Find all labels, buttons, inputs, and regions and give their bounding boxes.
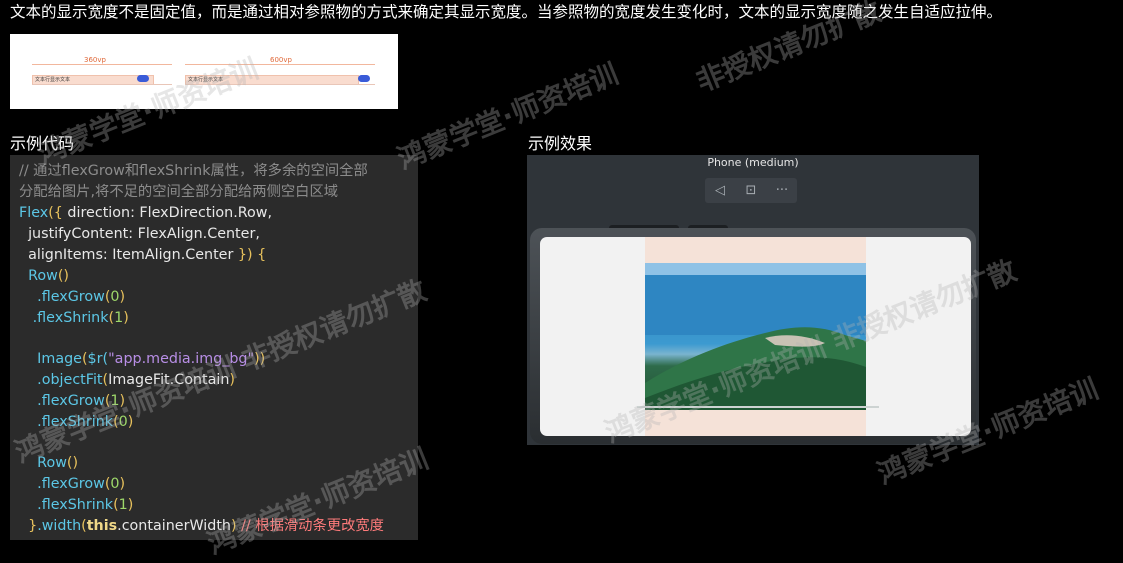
intro-paragraph: 文本的显示宽度不是固定值，而是通过相对参照物的方式来确定其显示宽度。当参照物的宽…: [10, 3, 1003, 21]
code-line-flex: Flex({ direction: FlexDirection.Row,: [19, 203, 272, 224]
code-token: ): [119, 393, 126, 409]
landscape-image: [645, 263, 866, 410]
code-token: ): [127, 497, 134, 513]
illus-small-bar-text: 文本行显示文本: [35, 77, 71, 83]
landscape-image-art: [645, 263, 866, 410]
code-line-flexgrow-3: .flexGrow(0): [19, 474, 125, 495]
code-line-flexshrink-1: .flexShrink(1): [19, 308, 129, 329]
code-line-flexgrow-2: .flexGrow(1): [19, 391, 125, 412]
code-token: ): [119, 289, 126, 305]
code-token: 0: [118, 414, 128, 430]
code-section-title: 示例代码: [10, 134, 75, 153]
code-line-align: alignItems: ItemAlign.Center }) {: [19, 245, 266, 266]
code-token: .flexGrow: [19, 393, 105, 409]
code-token: }: [19, 518, 38, 534]
code-token: )): [254, 351, 266, 367]
code-token: .flexGrow: [19, 289, 105, 305]
code-line-flexgrow-1: .flexGrow(0): [19, 287, 125, 308]
code-token: 1: [110, 393, 120, 409]
code-token: (): [66, 455, 79, 471]
code-comment-line-1: // 通过flexGrow和flexShrink属性，将多余的空间全部: [19, 163, 368, 179]
code-token: Flex: [19, 205, 49, 221]
illus-small-underline: [32, 84, 172, 85]
code-token: ): [123, 310, 129, 326]
code-line-flexshrink-2: .flexShrink(0): [19, 412, 133, 433]
code-token: this: [86, 518, 118, 534]
code-token: .flexShrink: [19, 310, 109, 326]
illus-small-toggle-icon: [137, 75, 149, 82]
code-line-row-1: Row(): [19, 266, 69, 287]
more-icon[interactable]: ···: [767, 178, 797, 203]
code-line-image: Image($r("app.media.img_bg")): [19, 349, 265, 370]
code-token: (): [57, 268, 69, 284]
code-token: 0: [110, 476, 120, 492]
code-token: ({: [48, 205, 68, 221]
code-comment-line-2: 分配给图片,将不足的空间全部分配给两侧空白区域: [19, 184, 339, 200]
code-token: 0: [110, 289, 120, 305]
code-line-objectfit: .objectFit(ImageFit.Contain): [19, 370, 235, 391]
code-token: direction: FlexDirection.Row,: [67, 205, 273, 221]
code-token: alignItems: ItemAlign.Center: [19, 247, 238, 263]
code-token: .containerWidth: [117, 518, 231, 534]
code-token: ImageFit.Contain: [108, 372, 230, 388]
code-token: .flexShrink: [19, 414, 114, 430]
illus-large-width-label: 600vp: [270, 56, 292, 64]
code-token: ): [229, 372, 235, 388]
fold-icon[interactable]: ⊡: [736, 178, 766, 203]
width-illustration: 360vp 文本行显示文本 600vp 文本行显示文本: [10, 34, 398, 109]
phone-frame: [530, 228, 976, 444]
code-token: "app.media.img_bg": [108, 351, 255, 367]
code-token: // 根据滑动条更改宽度: [236, 518, 384, 534]
code-token: ): [127, 414, 134, 430]
illus-small-width-label: 360vp: [84, 56, 106, 64]
code-token: Row: [19, 455, 67, 471]
device-label: Phone (medium): [707, 156, 799, 169]
code-line-flexshrink-3: .flexShrink(1): [19, 495, 133, 516]
illus-large-toggle-icon: [358, 75, 370, 82]
illus-large-bar-text: 文本行显示文本: [188, 77, 224, 83]
code-token: Image: [19, 351, 82, 367]
code-line-justify: justifyContent: FlexAlign.Center,: [19, 226, 260, 242]
effect-section-title: 示例效果: [528, 134, 593, 153]
code-token: 1: [118, 497, 128, 513]
code-token: $r(: [87, 351, 109, 367]
rotate-icon[interactable]: ◁: [705, 178, 735, 203]
code-token: .flexGrow: [19, 476, 105, 492]
phone-screen: [540, 237, 971, 436]
preview-toolbar: ◁ ⊡ ···: [705, 178, 797, 203]
width-slider-track[interactable]: [637, 406, 879, 408]
code-line-width: }.width(this.containerWidth) // 根据滑动条更改宽…: [19, 516, 384, 537]
code-token: .flexShrink: [19, 497, 114, 513]
code-panel: // 通过flexGrow和flexShrink属性，将多余的空间全部 分配给图…: [10, 155, 418, 540]
illus-large-measure-line: [185, 64, 375, 65]
code-token: }) {: [237, 247, 267, 263]
code-line-row-2: Row(): [19, 453, 78, 474]
code-token: Row: [19, 268, 58, 284]
device-preview-panel: Phone (medium) ◁ ⊡ ···: [527, 155, 979, 445]
illus-small-measure-line: [32, 64, 172, 65]
code-token: 1: [114, 310, 124, 326]
code-token: ): [119, 476, 126, 492]
code-token: .objectFit: [19, 372, 103, 388]
code-token: .width: [37, 518, 82, 534]
illus-large-underline: [185, 84, 375, 85]
